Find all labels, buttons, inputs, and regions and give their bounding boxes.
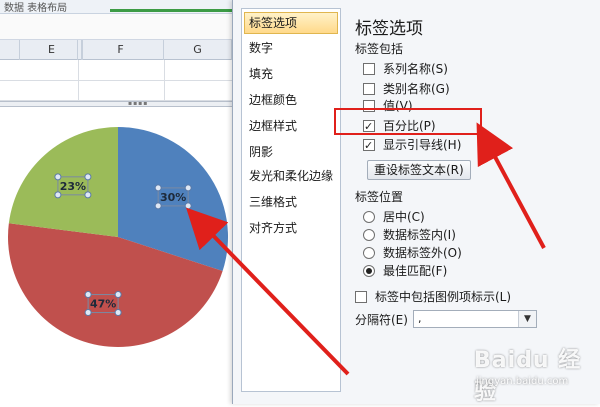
watermark: Baidu 经验 jingyan.baidu.com [440,332,600,405]
watermark-url: jingyan.baidu.com [476,376,569,387]
arrow-to-chart [186,207,350,376]
watermark-brand: Baidu 经验 [474,348,582,405]
arrow-to-checkbox [476,122,546,249]
